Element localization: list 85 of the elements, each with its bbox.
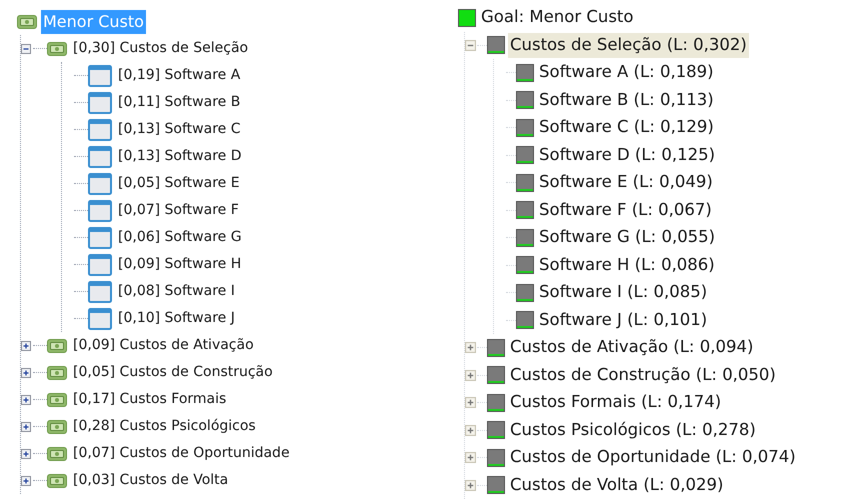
tree-item[interactable]: [0,05] Custos de Construção bbox=[71, 362, 275, 383]
weight-square-icon bbox=[516, 91, 534, 110]
window-icon bbox=[88, 226, 112, 248]
window-icon bbox=[88, 200, 112, 222]
tree-item[interactable]: Software D (L: 0,125) bbox=[537, 142, 718, 168]
tree-item[interactable]: [0,19] Software A bbox=[116, 65, 242, 86]
weight-square-icon bbox=[516, 201, 534, 220]
tree-item[interactable]: [0,08] Software I bbox=[116, 281, 237, 302]
banknote-icon bbox=[47, 42, 67, 56]
expand-toggle[interactable] bbox=[21, 476, 31, 486]
expand-toggle[interactable] bbox=[465, 342, 476, 354]
window-icon bbox=[88, 254, 112, 276]
tree-item[interactable]: Software E (L: 0,049) bbox=[537, 170, 715, 196]
tree-item[interactable]: Software J (L: 0,101) bbox=[537, 308, 710, 333]
window-icon bbox=[88, 280, 112, 302]
tree-item[interactable]: Software A (L: 0,189) bbox=[537, 60, 716, 86]
tree-item[interactable]: Custos de Oportunidade (L: 0,074) bbox=[508, 445, 798, 470]
expand-toggle[interactable] bbox=[465, 370, 476, 381]
expand-toggle[interactable] bbox=[21, 422, 31, 432]
tree-item[interactable]: Software G (L: 0,055) bbox=[537, 225, 718, 250]
tree-item[interactable]: [0,10] Software J bbox=[116, 308, 237, 329]
expand-toggle[interactable] bbox=[465, 397, 476, 408]
tree-item[interactable]: [0,03] Custos de Volta bbox=[71, 470, 230, 491]
weight-square-icon bbox=[487, 394, 505, 412]
expand-toggle[interactable] bbox=[465, 452, 476, 464]
weight-square-icon bbox=[487, 366, 505, 384]
tree-item[interactable]: [0,09] Software H bbox=[116, 254, 244, 275]
tree-item[interactable]: [0,07] Software F bbox=[116, 200, 241, 221]
tree-item[interactable]: [0,05] Software E bbox=[116, 173, 242, 194]
window-icon bbox=[88, 64, 112, 86]
weight-square-icon bbox=[516, 311, 534, 330]
tree-item[interactable]: [0,28] Custos Psicológicos bbox=[71, 416, 258, 437]
goal-square-icon bbox=[458, 8, 476, 27]
weight-square-icon bbox=[516, 256, 534, 274]
tree-item[interactable]: Custos Psicológicos (L: 0,278) bbox=[508, 418, 758, 443]
banknote-icon bbox=[47, 392, 67, 406]
tree-item[interactable]: [0,11] Software B bbox=[116, 92, 242, 113]
weight-square-icon bbox=[516, 228, 534, 247]
tree-item[interactable]: Custos de Ativação (L: 0,094) bbox=[508, 335, 756, 360]
tree-item[interactable]: Software B (L: 0,113) bbox=[537, 88, 716, 113]
tree-item[interactable]: [0,06] Software G bbox=[116, 227, 244, 248]
expand-toggle[interactable] bbox=[21, 368, 31, 378]
window-icon bbox=[88, 118, 112, 140]
expand-toggle[interactable] bbox=[21, 394, 31, 404]
tree-item[interactable]: Custos de Volta (L: 0,029) bbox=[508, 472, 726, 498]
window-icon bbox=[88, 172, 112, 194]
weight-square-icon bbox=[516, 174, 534, 192]
expand-toggle[interactable] bbox=[21, 340, 31, 350]
weight-square-icon bbox=[487, 448, 505, 467]
tree-item[interactable]: Software H (L: 0,086) bbox=[537, 252, 717, 278]
weight-square-icon bbox=[487, 476, 505, 494]
banknote-icon bbox=[47, 420, 67, 434]
window-icon bbox=[88, 308, 112, 330]
tree-item[interactable]: Goal: Menor Custo bbox=[479, 5, 636, 30]
tree-item[interactable]: Custos de Seleção (L: 0,302) bbox=[508, 32, 749, 58]
tree-item[interactable]: [0,07] Custos de Oportunidade bbox=[71, 443, 292, 464]
weight-square-icon bbox=[487, 338, 505, 357]
weight-square-icon bbox=[516, 284, 534, 302]
collapse-toggle[interactable] bbox=[21, 44, 31, 54]
expand-toggle[interactable] bbox=[465, 480, 476, 491]
expand-toggle[interactable] bbox=[21, 448, 31, 458]
tree-item[interactable]: [0,13] Software D bbox=[116, 146, 244, 167]
tree-item[interactable]: [0,30] Custos de Seleção bbox=[71, 38, 250, 59]
banknote-icon bbox=[47, 338, 67, 352]
window-icon bbox=[88, 146, 112, 168]
weight-square-icon bbox=[516, 118, 534, 137]
expand-toggle[interactable] bbox=[465, 424, 476, 436]
tree-item[interactable]: Software C (L: 0,129) bbox=[537, 115, 716, 140]
tree-item[interactable]: [0,17] Custos Formais bbox=[71, 389, 228, 410]
weight-square-icon bbox=[516, 146, 534, 164]
tree-item[interactable]: [0,09] Custos de Ativação bbox=[71, 335, 256, 356]
banknote-icon bbox=[17, 14, 37, 28]
collapse-toggle[interactable] bbox=[465, 40, 476, 51]
weight-square-icon bbox=[487, 36, 505, 54]
banknote-icon bbox=[47, 446, 67, 460]
tree-item[interactable]: Software F (L: 0,067) bbox=[537, 198, 714, 223]
window-icon bbox=[88, 92, 112, 114]
tree-item[interactable]: Custos de Construção (L: 0,050) bbox=[508, 362, 778, 388]
weight-square-icon bbox=[516, 64, 534, 82]
tree-item[interactable]: [0,13] Software C bbox=[116, 119, 242, 140]
banknote-icon bbox=[47, 474, 67, 488]
weight-square-icon bbox=[487, 421, 505, 440]
banknote-icon bbox=[47, 366, 67, 380]
tree-item[interactable]: Custos Formais (L: 0,174) bbox=[508, 390, 724, 416]
tree-item[interactable]: Software I (L: 0,085) bbox=[537, 280, 710, 306]
